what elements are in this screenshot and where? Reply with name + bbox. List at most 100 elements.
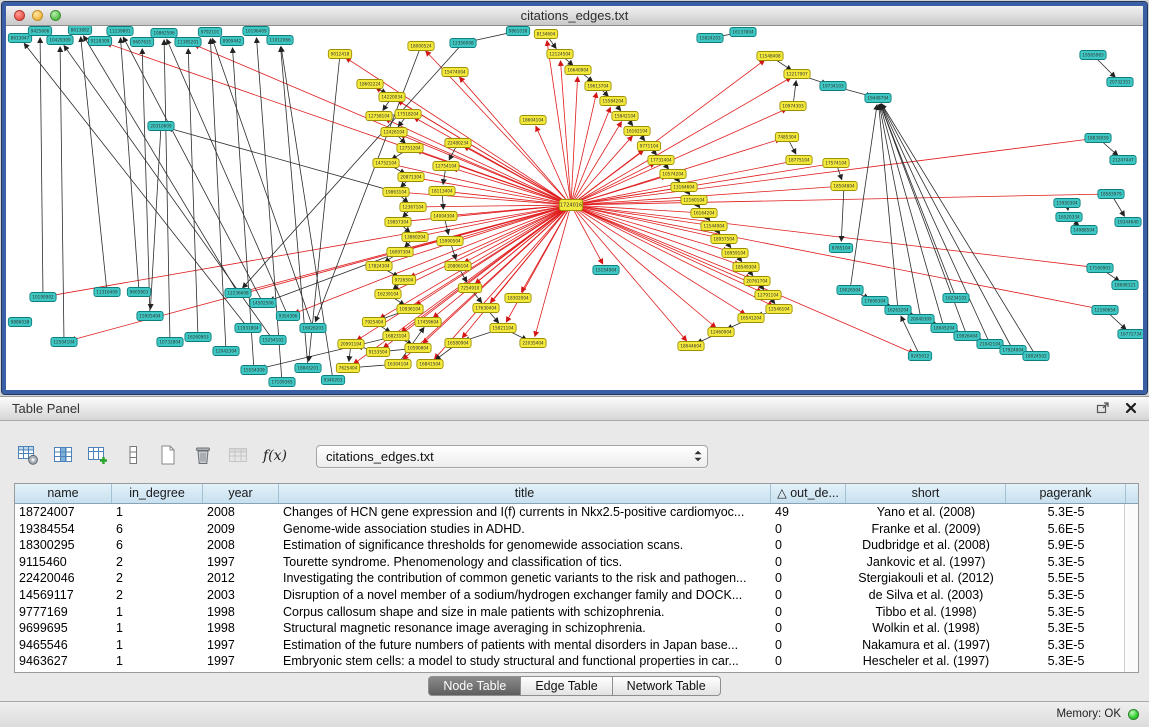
table-row[interactable]: 1456911722003Disruption of a novel membe…	[15, 587, 1124, 604]
show-columns-button[interactable]	[51, 444, 75, 468]
network-node[interactable]: 19734103	[820, 82, 846, 91]
network-node[interactable]: 10190902	[30, 293, 56, 302]
network-node[interactable]: 17574104	[823, 159, 849, 168]
network-node[interactable]: 12504104	[51, 338, 77, 347]
network-node[interactable]: 18839059	[1085, 134, 1111, 143]
network-node[interactable]: 11548408	[757, 52, 783, 61]
network-node[interactable]: 7485304	[775, 133, 798, 142]
column-header-short[interactable]: short	[846, 484, 1006, 503]
network-node[interactable]: 19026504	[837, 286, 863, 295]
network-node[interactable]: 8909442	[220, 37, 243, 46]
network-node[interactable]: 15254102	[260, 336, 286, 345]
network-node[interactable]: 16640904	[565, 66, 591, 75]
network-node[interactable]: 9012418	[328, 50, 351, 59]
network-node[interactable]: 20761704	[744, 277, 770, 286]
network-node[interactable]: 18843201	[295, 364, 321, 373]
network-node[interactable]: 16263204	[885, 306, 911, 315]
network-node[interactable]: 19926404	[954, 332, 980, 341]
network-node[interactable]: 8134604	[534, 30, 557, 39]
network-node[interactable]: 20040309	[908, 315, 934, 324]
column-header-year[interactable]: year	[203, 484, 279, 503]
network-node[interactable]: 9771104	[637, 142, 660, 151]
network-node[interactable]: 7254910	[458, 284, 481, 293]
table-row[interactable]: 946362711997Embryonic stem cells: a mode…	[15, 653, 1124, 670]
network-node[interactable]: 18583979	[1098, 190, 1124, 199]
network-node[interactable]: 19565983	[1080, 51, 1106, 60]
minimize-window-button[interactable]	[32, 10, 43, 21]
network-node[interactable]: 10590804	[405, 344, 431, 353]
network-node[interactable]: 9425606	[28, 27, 51, 36]
new-table-button[interactable]	[156, 444, 180, 468]
network-node[interactable]: 9340203	[321, 376, 344, 385]
network-node[interactable]: 18000524	[408, 42, 434, 51]
network-node[interactable]: 16239104	[375, 290, 401, 299]
network-node[interactable]: 17606304	[862, 297, 888, 306]
network-node[interactable]: 1724016	[559, 200, 582, 211]
network-node[interactable]: 16260903	[185, 333, 211, 342]
network-node[interactable]: 12042304	[213, 347, 239, 356]
network-node[interactable]: 22480234	[445, 139, 471, 148]
network-node[interactable]: 16164204	[691, 209, 717, 218]
network-node[interactable]: 16026203	[300, 324, 326, 333]
table-row[interactable]: 1938455462009Genome-wide association stu…	[15, 521, 1124, 538]
network-node[interactable]: 9726504	[392, 276, 415, 285]
network-node[interactable]: 19863104	[383, 188, 409, 197]
network-node[interactable]: 18024502	[1023, 352, 1049, 361]
function-builder-button[interactable]: f(x)	[261, 444, 289, 468]
table-row[interactable]: 1872400712008Changes of HCN gene express…	[15, 504, 1124, 521]
network-node[interactable]: 10732804	[157, 338, 183, 347]
network-node[interactable]: 10974303	[780, 102, 806, 111]
network-node[interactable]: 7925404	[362, 318, 385, 327]
network-node[interactable]: 9886038	[8, 318, 31, 327]
network-node[interactable]: 8613892	[68, 26, 91, 35]
network-node[interactable]: 15584204	[600, 97, 626, 106]
table-row[interactable]: 969969511998Structural magnetic resonanc…	[15, 620, 1124, 637]
network-node[interactable]: 9792101	[198, 28, 221, 37]
network-node[interactable]: 15554309	[241, 366, 267, 375]
network-node[interactable]: 16304104	[385, 360, 411, 369]
edit-columns-button[interactable]	[86, 444, 110, 468]
network-node[interactable]: 12426104	[381, 128, 407, 137]
network-node[interactable]: 12754104	[433, 162, 459, 171]
column-header-pagerank[interactable]: pagerank	[1006, 484, 1126, 503]
network-node[interactable]: 12236608	[225, 289, 251, 298]
tab-network-table[interactable]: Network Table	[613, 676, 721, 696]
network-node[interactable]: 7625404	[336, 364, 359, 373]
table-row[interactable]: 2242004622012Investigating the contribut…	[15, 570, 1124, 587]
network-node[interactable]: 20806104	[445, 262, 471, 271]
network-node[interactable]: 19613704	[585, 82, 611, 91]
table-selector[interactable]: citations_edges.txt	[316, 445, 708, 468]
network-node[interactable]: 8765104	[829, 244, 852, 253]
network-node[interactable]: 9153504	[366, 348, 389, 357]
network-node[interactable]: 19448794	[865, 94, 891, 103]
delete-table-button[interactable]	[191, 444, 215, 468]
network-node[interactable]: 15990504	[437, 237, 463, 246]
network-node[interactable]: 18957504	[711, 235, 737, 244]
table-row[interactable]: 911546021997Tourette syndrome. Phenomeno…	[15, 554, 1124, 571]
import-table-button[interactable]	[226, 444, 250, 468]
row-tools-button[interactable]	[121, 444, 145, 468]
table-row[interactable]: 977716911998Corpus callosum shape and si…	[15, 604, 1124, 621]
network-node[interactable]: 16841504	[417, 360, 443, 369]
network-node[interactable]: 17731404	[648, 156, 674, 165]
network-node[interactable]: 13164604	[671, 183, 697, 192]
network-node[interactable]: 16772734	[1118, 330, 1143, 339]
network-node[interactable]: 21042104	[977, 340, 1003, 349]
network-node[interactable]: 11239801	[107, 27, 133, 36]
network-node[interactable]: 18698321	[1112, 281, 1138, 290]
network-node[interactable]: 20991104	[338, 340, 364, 349]
network-node[interactable]: 12124504	[547, 50, 573, 59]
table-mode-button[interactable]	[16, 444, 40, 468]
network-node[interactable]: 10574204	[660, 170, 686, 179]
network-canvas[interactable]: 1724016901241818602224142200341275810417…	[6, 26, 1143, 390]
network-node[interactable]: 16097304	[387, 248, 413, 257]
network-node[interactable]: 9354306	[276, 312, 299, 321]
network-node[interactable]: 9128309	[88, 37, 111, 46]
network-node[interactable]: 18504804	[831, 182, 857, 191]
network-node[interactable]: 18044604	[678, 342, 704, 351]
close-window-button[interactable]	[14, 10, 25, 21]
network-node[interactable]: 20732351	[1107, 78, 1133, 87]
column-header-in-degree[interactable]: in_degree	[112, 484, 203, 503]
network-node[interactable]: 8613047	[8, 34, 31, 43]
table-row[interactable]: 946554611997Estimation of the future num…	[15, 637, 1124, 654]
